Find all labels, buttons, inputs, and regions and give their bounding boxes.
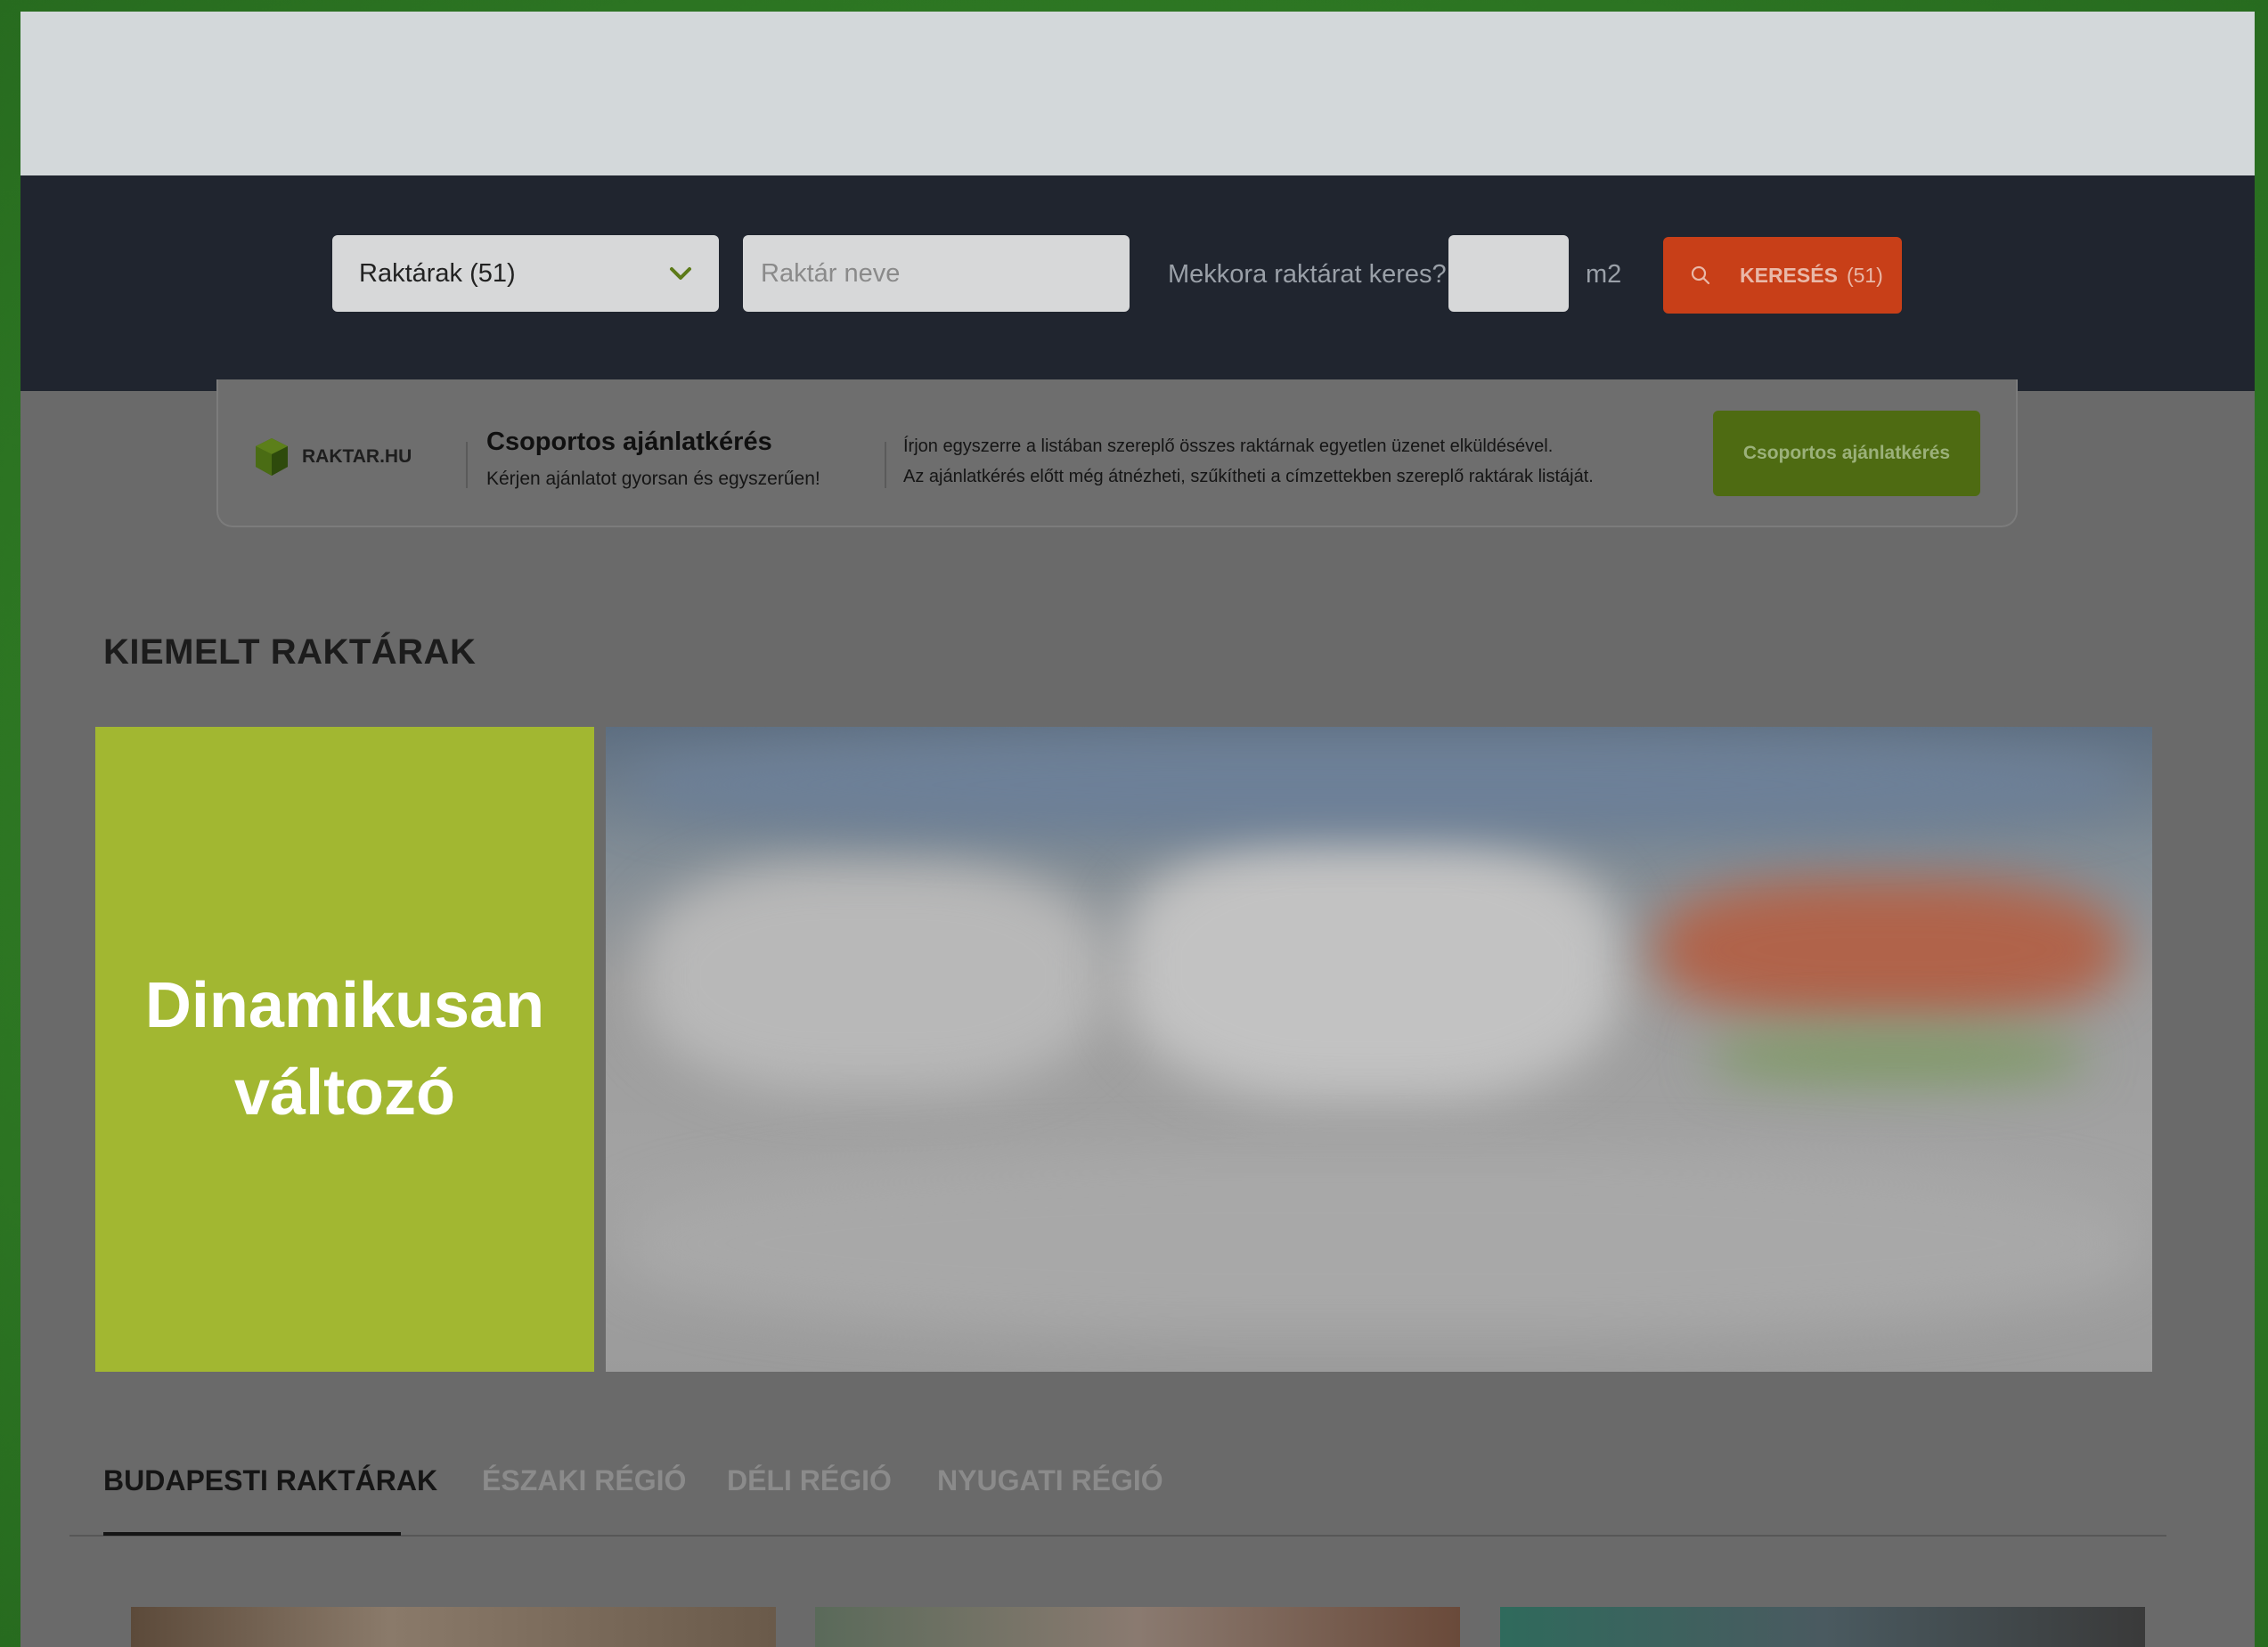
- logo-text: RAKTAR.HU: [302, 446, 412, 467]
- active-tab-indicator: [103, 1532, 401, 1536]
- listing-card[interactable]: [1500, 1607, 2145, 1647]
- divider: [885, 442, 886, 488]
- listing-card[interactable]: [815, 1607, 1460, 1647]
- tab-budapest[interactable]: BUDAPESTI RAKTÁRAK: [103, 1464, 437, 1497]
- tab-north[interactable]: ÉSZAKI RÉGIÓ: [482, 1464, 686, 1497]
- blurred-building: [1122, 834, 1621, 1101]
- size-question-label: Mekkora raktárat keres?: [1168, 260, 1447, 289]
- raktar-logo[interactable]: RAKTAR.HU: [254, 436, 412, 477]
- size-unit-label: m2: [1586, 260, 1622, 289]
- group-offer-button[interactable]: Csoportos ajánlatkérés: [1713, 411, 1980, 496]
- category-select[interactable]: Raktárak (51): [332, 235, 719, 312]
- group-offer-description-line1: Írjon egyszerre a listában szereplő össz…: [903, 436, 1554, 456]
- blurred-building: [1657, 878, 2120, 1021]
- top-header-bar: [20, 12, 2255, 175]
- group-offer-subtitle: Kérjen ajánlatot gyorsan és egyszerűen!: [486, 469, 820, 489]
- group-offer-description-line2: Az ajánlatkérés előtt még átnézheti, szű…: [903, 467, 1594, 486]
- blurred-sky: [632, 736, 2129, 834]
- blurred-building: [1710, 1030, 2084, 1083]
- size-input[interactable]: [1448, 235, 1569, 312]
- featured-promo-tile[interactable]: Dinamikusan változó: [95, 727, 594, 1372]
- promo-text: Dinamikusan változó: [144, 970, 545, 1129]
- warehouse-name-input[interactable]: [743, 235, 1130, 312]
- listing-card[interactable]: [131, 1607, 776, 1647]
- blurred-building: [641, 860, 1105, 1092]
- chevron-down-icon: [670, 267, 691, 280]
- group-offer-title: Csoportos ajánlatkérés: [486, 428, 772, 456]
- tab-west[interactable]: NYUGATI RÉGIÓ: [937, 1464, 1163, 1497]
- search-button-label: KERESÉS: [1740, 263, 1838, 287]
- search-button-count: (51): [1846, 263, 1883, 287]
- search-button[interactable]: KERESÉS (51): [1663, 237, 1902, 314]
- search-icon: [1691, 265, 1710, 285]
- divider: [466, 442, 468, 488]
- featured-carousel-image[interactable]: [606, 727, 2152, 1372]
- category-select-value: Raktárak (51): [359, 258, 516, 288]
- box-logo-icon: [256, 438, 288, 476]
- featured-heading: KIEMELT RAKTÁRAK: [103, 632, 477, 672]
- tab-south[interactable]: DÉLI RÉGIÓ: [727, 1464, 892, 1497]
- blurred-ground: [624, 1154, 2138, 1333]
